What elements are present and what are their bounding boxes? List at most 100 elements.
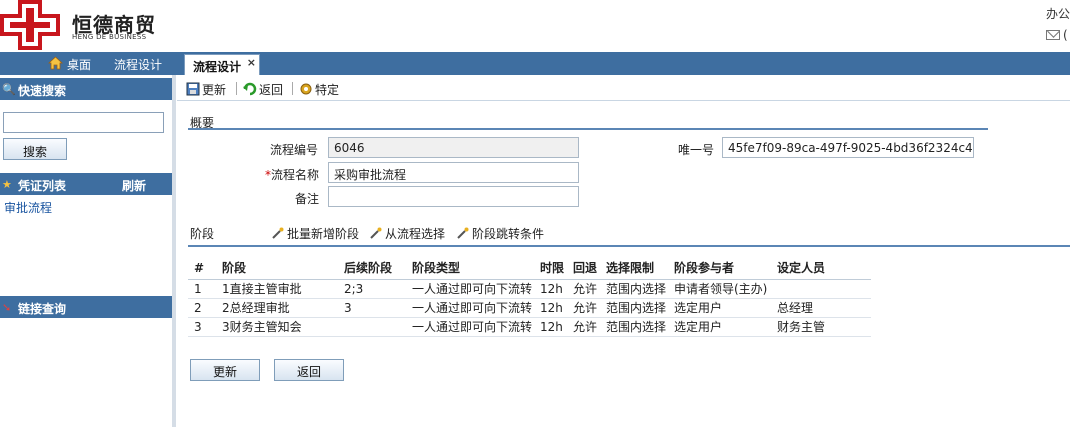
select-from-process-button[interactable]: 从流程选择 — [370, 225, 445, 242]
table-row[interactable]: 2 2总经理审批 3 一人通过即可向下流转 12h 允许 范围内选择 选定用户 … — [188, 298, 871, 318]
tab-label: 流程设计 — [193, 60, 242, 74]
wand-icon — [272, 227, 284, 239]
process-id-label: 流程编号 — [270, 143, 319, 157]
nav-item-process-design[interactable]: 流程设计 — [114, 56, 162, 73]
table-cell: 3 — [338, 298, 406, 318]
quick-search-title: 快速搜索 — [18, 84, 67, 98]
col-header: 回退 — [567, 257, 600, 280]
gear-icon — [300, 83, 312, 95]
batch-add-stage-label: 批量新增阶段 — [287, 227, 360, 241]
process-name-label: *流程名称 — [265, 166, 319, 183]
refresh-link[interactable]: 刷新 — [122, 177, 146, 194]
col-header: 阶段参与者 — [668, 257, 771, 280]
table-cell: 12h — [534, 298, 567, 318]
logo-icon — [0, 0, 60, 50]
home-icon — [48, 56, 63, 70]
process-name-label-text: 流程名称 — [271, 168, 320, 182]
table-cell: 范围内选择 — [600, 279, 668, 299]
table-cell: 2总经理审批 — [216, 298, 338, 318]
table-cell: 财务主管 — [771, 317, 871, 337]
mail-icon[interactable] — [1046, 30, 1060, 40]
table-cell: 选定用户 — [668, 298, 771, 318]
table-cell: 允许 — [567, 317, 600, 337]
link-query-header: ➘ 链接查询 — [0, 296, 174, 318]
table-cell — [338, 317, 406, 337]
link-query-title: 链接查询 — [18, 302, 67, 316]
quick-search-header: 🔍 快速搜索 — [0, 78, 174, 100]
table-cell: 申请者领导(主办) — [668, 279, 771, 299]
special-toolbar-button[interactable]: 特定 — [299, 81, 339, 98]
process-name-input[interactable]: 采购审批流程 — [328, 162, 579, 183]
tab-process-design[interactable]: 流程设计 × — [184, 54, 260, 75]
table-row[interactable]: 3 3财务主管知会 一人通过即可向下流转 12h 允许 范围内选择 选定用户 财… — [188, 317, 871, 337]
toolbar-divider — [236, 82, 237, 95]
toolbar: 更新 返回 特定 — [177, 75, 1070, 101]
app-header: 恒德商贸 HENG DE BUSINESS 办公 ( — [0, 0, 1070, 52]
col-header: 阶段类型 — [406, 257, 534, 280]
stages-divider — [188, 245, 1070, 247]
table-row[interactable]: 1 1直接主管审批 2;3 一人通过即可向下流转 12h 允许 范围内选择 申请… — [188, 279, 871, 299]
close-icon[interactable]: × — [247, 56, 256, 69]
table-cell: 1直接主管审批 — [216, 279, 338, 299]
search-button[interactable]: 搜索 — [3, 138, 67, 160]
nav-item-desktop[interactable]: 桌面 — [67, 56, 91, 73]
search-input[interactable] — [3, 112, 164, 133]
wand-icon — [370, 227, 382, 239]
stages-title: 阶段 — [190, 227, 215, 241]
back-arrow-icon — [243, 82, 257, 96]
table-cell: 一人通过即可向下流转 — [406, 298, 534, 318]
table-cell: 一人通过即可向下流转 — [406, 317, 534, 337]
unique-id-field[interactable]: 45fe7f09-89ca-497f-9025-4bd36f2324c4 — [722, 137, 974, 158]
voucher-list-header: ★ 凭证列表 刷新 — [0, 173, 174, 195]
search-icon: 🔍 — [2, 83, 16, 96]
table-cell: 范围内选择 — [600, 298, 668, 318]
table-cell: 3财务主管知会 — [216, 317, 338, 337]
update-toolbar-label: 更新 — [202, 83, 227, 97]
unique-id-label: 唯一号 — [678, 143, 715, 157]
table-cell: 12h — [534, 317, 567, 337]
table-header-row: # 阶段 后续阶段 阶段类型 时限 回退 选择限制 阶段参与者 设定人员 — [188, 257, 871, 280]
stages-table: # 阶段 后续阶段 阶段类型 时限 回退 选择限制 阶段参与者 设定人员 1 1… — [188, 257, 871, 337]
table-cell: 范围内选择 — [600, 317, 668, 337]
update-toolbar-button[interactable]: 更新 — [186, 81, 226, 98]
pin-icon: ➘ — [2, 301, 12, 314]
table-cell: 1 — [188, 279, 216, 299]
sidebar-splitter[interactable] — [172, 75, 176, 427]
col-header: 阶段 — [216, 257, 338, 280]
col-header: 选择限制 — [600, 257, 668, 280]
toolbar-divider — [292, 82, 293, 95]
table-cell: 允许 — [567, 279, 600, 299]
col-header: # — [188, 257, 216, 280]
process-id-field: 6046 — [328, 137, 579, 158]
stage-jump-condition-button[interactable]: 阶段跳转条件 — [457, 225, 544, 242]
star-icon: ★ — [2, 178, 12, 191]
back-button[interactable]: 返回 — [274, 359, 344, 381]
save-icon — [186, 82, 200, 96]
brand-subtitle: HENG DE BUSINESS — [72, 33, 147, 41]
back-toolbar-button[interactable]: 返回 — [243, 81, 283, 98]
note-label: 备注 — [295, 192, 320, 206]
table-cell: 一人通过即可向下流转 — [406, 279, 534, 299]
update-button[interactable]: 更新 — [190, 359, 260, 381]
nav-bar: 桌面 流程设计 流程设计 × — [0, 52, 1070, 75]
stage-jump-condition-label: 阶段跳转条件 — [472, 227, 545, 241]
voucher-list-title: 凭证列表 — [18, 179, 67, 193]
table-cell — [771, 279, 871, 299]
note-input[interactable] — [328, 186, 579, 207]
special-toolbar-label: 特定 — [315, 83, 340, 97]
col-header: 设定人员 — [771, 257, 871, 280]
table-cell: 3 — [188, 317, 216, 337]
col-header: 后续阶段 — [338, 257, 406, 280]
office-link[interactable]: 办公 — [1046, 5, 1070, 22]
batch-add-stage-button[interactable]: 批量新增阶段 — [272, 225, 359, 242]
table-cell: 选定用户 — [668, 317, 771, 337]
table-cell: 12h — [534, 279, 567, 299]
col-header: 时限 — [534, 257, 567, 280]
mail-count: ( — [1063, 28, 1068, 42]
back-toolbar-label: 返回 — [259, 83, 284, 97]
table-cell: 允许 — [567, 298, 600, 318]
select-from-process-label: 从流程选择 — [385, 227, 446, 241]
table-cell: 2;3 — [338, 279, 406, 299]
table-cell: 2 — [188, 298, 216, 318]
tree-item-approval-flow[interactable]: 审批流程 — [4, 199, 52, 216]
